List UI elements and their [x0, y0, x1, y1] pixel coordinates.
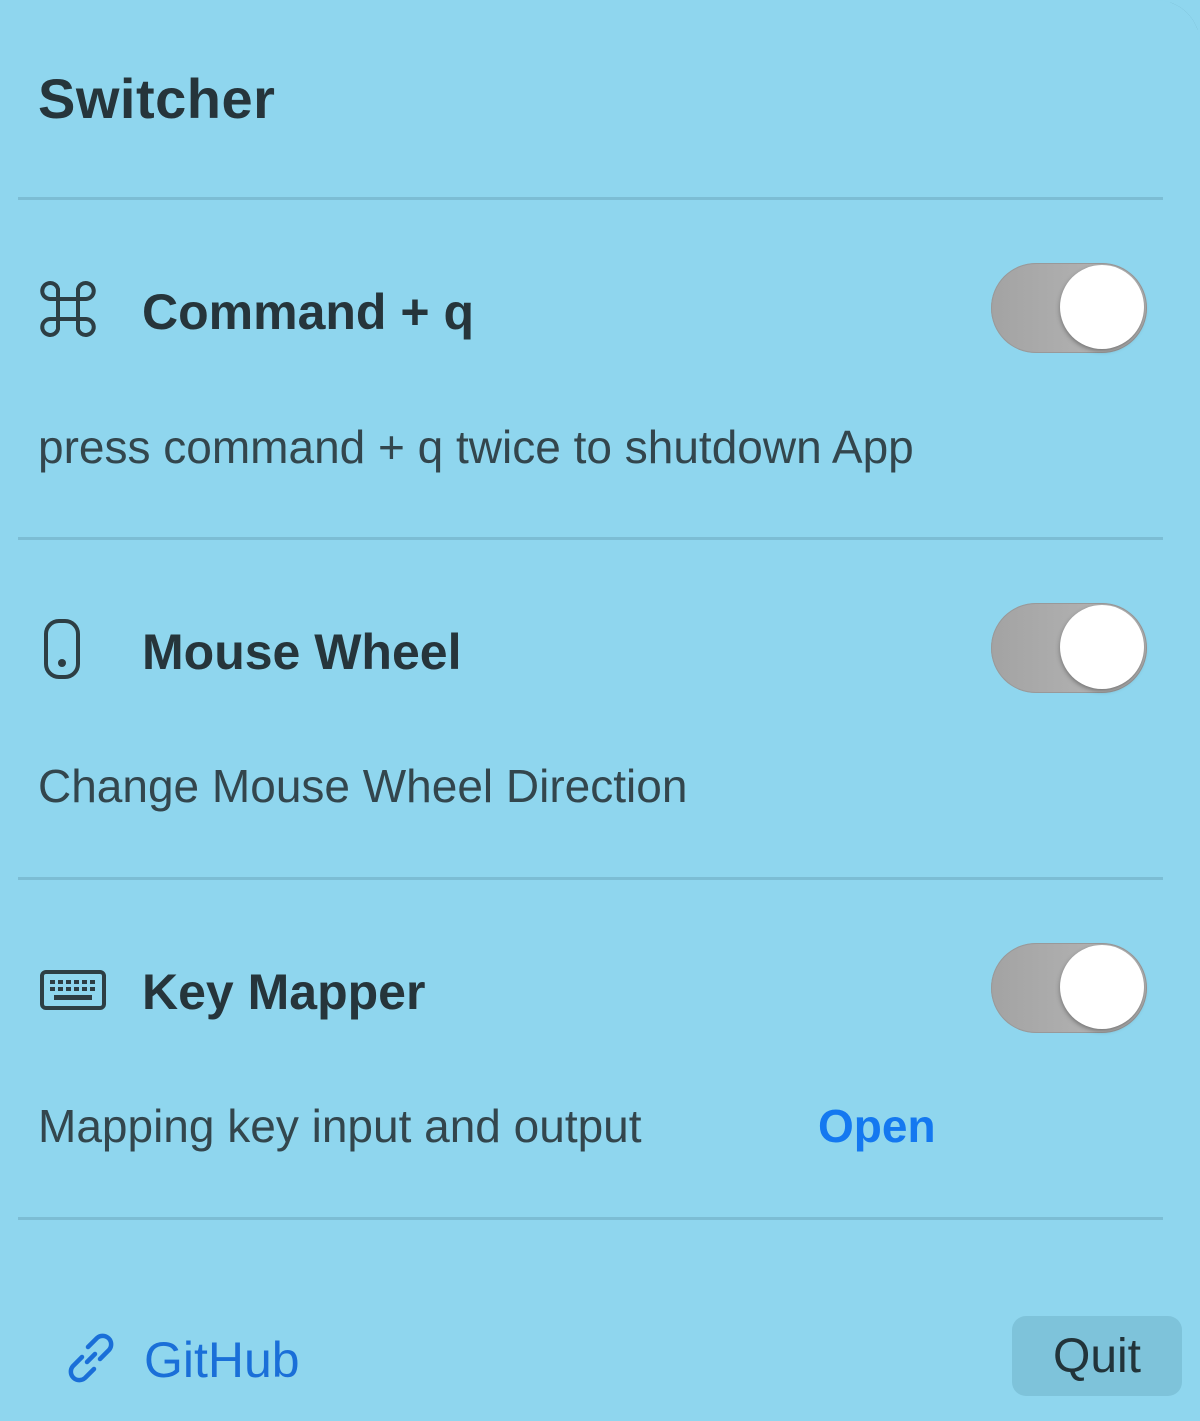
feature-label-mouse-wheel: Mouse Wheel: [142, 624, 462, 680]
page-title: Switcher: [38, 67, 276, 130]
mouse-icon: [38, 614, 118, 684]
divider: [18, 877, 1163, 880]
github-label: GitHub: [144, 1332, 300, 1388]
key-mapper-open-link[interactable]: Open: [818, 1099, 936, 1153]
command-icon: [38, 274, 118, 344]
toggle-knob: [1060, 605, 1144, 689]
command-q-toggle[interactable]: [991, 263, 1147, 353]
feature-label-command-q: Command + q: [142, 284, 474, 340]
link-icon: [60, 1327, 122, 1394]
panel-body: Switcher Command + q press command + q t…: [0, 0, 1200, 1421]
feature-description-command-q: press command + q twice to shutdown App: [38, 421, 914, 473]
switcher-panel: Switcher Command + q press command + q t…: [0, 0, 1200, 1421]
mouse-wheel-toggle[interactable]: [991, 603, 1147, 693]
feature-description-mouse-wheel: Change Mouse Wheel Direction: [38, 760, 688, 812]
divider: [18, 1217, 1163, 1220]
feature-label-key-mapper: Key Mapper: [142, 964, 426, 1020]
quit-button[interactable]: Quit: [1012, 1316, 1182, 1396]
key-mapper-toggle[interactable]: [991, 943, 1147, 1033]
keyboard-icon: [38, 956, 118, 1026]
github-link[interactable]: GitHub: [60, 1325, 300, 1395]
divider: [18, 197, 1163, 200]
feature-description-key-mapper: Mapping key input and output: [38, 1100, 642, 1152]
toggle-knob: [1060, 945, 1144, 1029]
divider: [18, 537, 1163, 540]
toggle-knob: [1060, 265, 1144, 349]
